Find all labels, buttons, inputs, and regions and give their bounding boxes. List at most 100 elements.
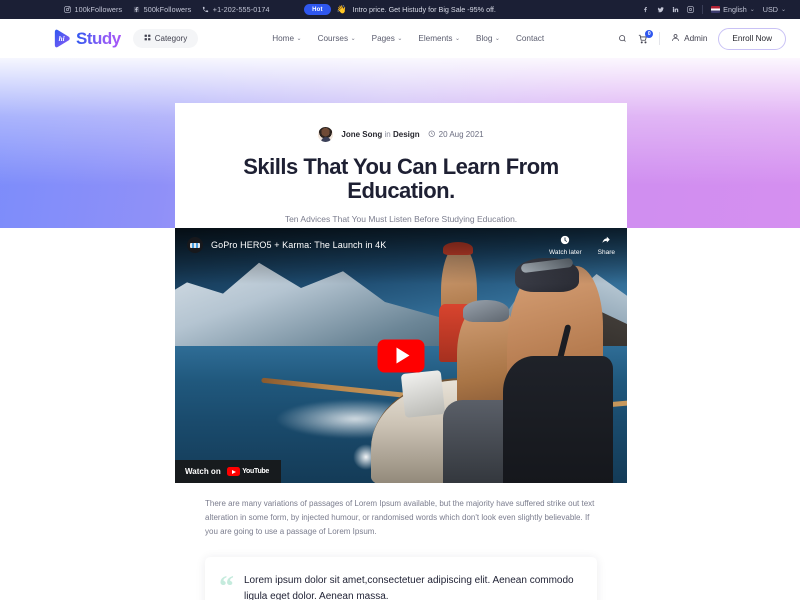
video-person-front-body [503, 356, 613, 483]
histudy-play-logo-icon: hi [52, 29, 71, 48]
post-subtitle: Ten Advices That You Must Listen Before … [284, 214, 518, 225]
nav-label: Home [272, 34, 295, 43]
nav-label: Contact [515, 34, 545, 43]
nav-item-contact[interactable]: Contact [516, 34, 544, 43]
logo-text: Study [76, 28, 121, 48]
nav-item-elements[interactable]: Elements ⌄ [418, 34, 460, 43]
cart-icon[interactable]: 0 [638, 29, 654, 44]
page-title: Skills That You Can Learn From Education… [243, 154, 559, 204]
post-meta: Jone Song in Design 20 Aug 2021 [209, 127, 593, 142]
linkedin-icon[interactable] [672, 6, 679, 13]
facebook-followers-label: 500kFollowers [143, 5, 192, 14]
currency-label: USD [762, 5, 778, 14]
article-body: There are many variations of passages of… [175, 483, 627, 600]
nav-item-pages[interactable]: Pages ⌄ [372, 34, 403, 43]
blockquote: “ Lorem ipsum dolor sit amet,consectetue… [205, 557, 597, 600]
watch-later-label: Watch later [549, 248, 582, 256]
instagram-followers[interactable]: 100kFollowers [64, 5, 122, 14]
gopro-logo-icon [190, 242, 200, 248]
twitter-icon[interactable] [657, 6, 665, 14]
top-announcement-bar: 100kFollowers 500kFollowers +1-202-555-0… [0, 0, 800, 19]
language-selector[interactable]: English ⌄ [711, 5, 755, 14]
phone-number[interactable]: +1-202-555-0174 [202, 5, 270, 14]
avatar [318, 127, 334, 142]
promo-text[interactable]: Intro price. Get Histudy for Big Sale -9… [353, 5, 496, 14]
site-header: hi Study Category Home ⌄ Courses ⌄ Pages… [0, 19, 800, 58]
youtube-top-bar: GoPro HERO5 + Karma: The Launch in 4K Wa… [175, 228, 627, 262]
channel-avatar[interactable] [187, 237, 203, 253]
play-triangle-icon [396, 347, 409, 364]
watch-on-label: Watch on [185, 467, 221, 476]
play-button[interactable] [377, 339, 425, 372]
youtube-player[interactable]: GoPro HERO5 + Karma: The Launch in 4K Wa… [175, 228, 627, 483]
author-name: Jone Song [341, 130, 383, 139]
nav-label: Blog [476, 34, 493, 43]
nav-item-blog[interactable]: Blog ⌄ [476, 34, 500, 43]
article-content: GoPro HERO5 + Karma: The Launch in 4K Wa… [0, 228, 800, 600]
chevron-down-icon: ⌄ [780, 7, 786, 13]
video-person-middle-cap [463, 300, 509, 322]
clock-icon [560, 235, 570, 247]
facebook-icon[interactable] [642, 6, 649, 13]
header-actions: 0 Admin Enroll Now [618, 27, 786, 50]
in-word: in [384, 130, 391, 139]
watch-later-button[interactable]: Watch later [549, 235, 582, 256]
phone-number-label: +1-202-555-0174 [212, 5, 270, 14]
youtube-logo: YouTube [226, 467, 270, 476]
account-link[interactable]: Admin [671, 33, 707, 44]
chevron-down-icon: ⌄ [455, 36, 461, 42]
enroll-now-button[interactable]: Enroll Now [718, 27, 786, 50]
topbar-right-group: English ⌄ USD ⌄ [642, 5, 786, 14]
instagram-followers-label: 100kFollowers [74, 5, 123, 14]
account-label: Admin [684, 34, 708, 43]
share-button[interactable]: Share [598, 235, 615, 256]
chevron-down-icon: ⌄ [494, 36, 500, 42]
search-icon[interactable] [618, 34, 627, 43]
nav-label: Courses [317, 34, 349, 43]
language-label: English [723, 5, 747, 14]
currency-selector[interactable]: USD ⌄ [763, 5, 786, 14]
quote-mark-icon: “ [219, 570, 234, 600]
topbar-contact-group: 100kFollowers 500kFollowers +1-202-555-0… [14, 5, 270, 14]
chevron-down-icon: ⌄ [397, 36, 403, 42]
nav-label: Pages [371, 34, 395, 43]
user-icon [671, 33, 680, 44]
logo[interactable]: hi Study [52, 29, 121, 49]
nav-item-courses[interactable]: Courses ⌄ [318, 34, 356, 43]
category-button[interactable]: Category [132, 29, 199, 48]
body-paragraph: There are many variations of passages of… [205, 499, 595, 536]
phone-icon [202, 6, 209, 13]
cart-count-badge: 0 [645, 29, 654, 38]
post-category[interactable]: Design [393, 130, 420, 139]
post-author[interactable]: Jone Song in Design [341, 130, 419, 139]
chevron-down-icon: ⌄ [749, 7, 755, 13]
post-date-label: 20 Aug 2021 [438, 130, 484, 139]
share-icon [601, 235, 611, 247]
facebook-followers[interactable]: 500kFollowers [133, 5, 191, 14]
blockquote-text: Lorem ipsum dolor sit amet,consectetuer … [244, 575, 574, 600]
youtube-wordmark: YouTube [242, 468, 270, 475]
social-links [642, 6, 695, 14]
clock-icon [428, 130, 436, 140]
chevron-down-icon: ⌄ [296, 36, 302, 42]
video-title[interactable]: GoPro HERO5 + Karma: The Launch in 4K [211, 240, 386, 250]
play-triangle-icon [231, 469, 236, 474]
facebook-icon [133, 6, 140, 13]
svg-text:hi: hi [59, 35, 65, 43]
nav-label: Elements [418, 34, 453, 43]
us-flag-icon [711, 6, 721, 13]
nav-item-home[interactable]: Home ⌄ [272, 34, 301, 43]
youtube-badge-icon [226, 467, 240, 476]
instagram-icon [64, 6, 71, 13]
watch-on-youtube-button[interactable]: Watch on YouTube [175, 460, 282, 483]
youtube-actions: Watch later Share [549, 235, 615, 256]
divider [702, 5, 704, 14]
divider [659, 32, 661, 45]
instagram-icon[interactable] [687, 6, 694, 13]
hot-badge: Hot [304, 4, 331, 15]
grid-icon [144, 34, 151, 43]
post-date: 20 Aug 2021 [428, 130, 484, 140]
hero-gradient-background: Jone Song in Design 20 Aug 2021 Skills T… [0, 58, 800, 247]
category-button-label: Category [154, 34, 188, 43]
video-gear-box [400, 370, 446, 418]
